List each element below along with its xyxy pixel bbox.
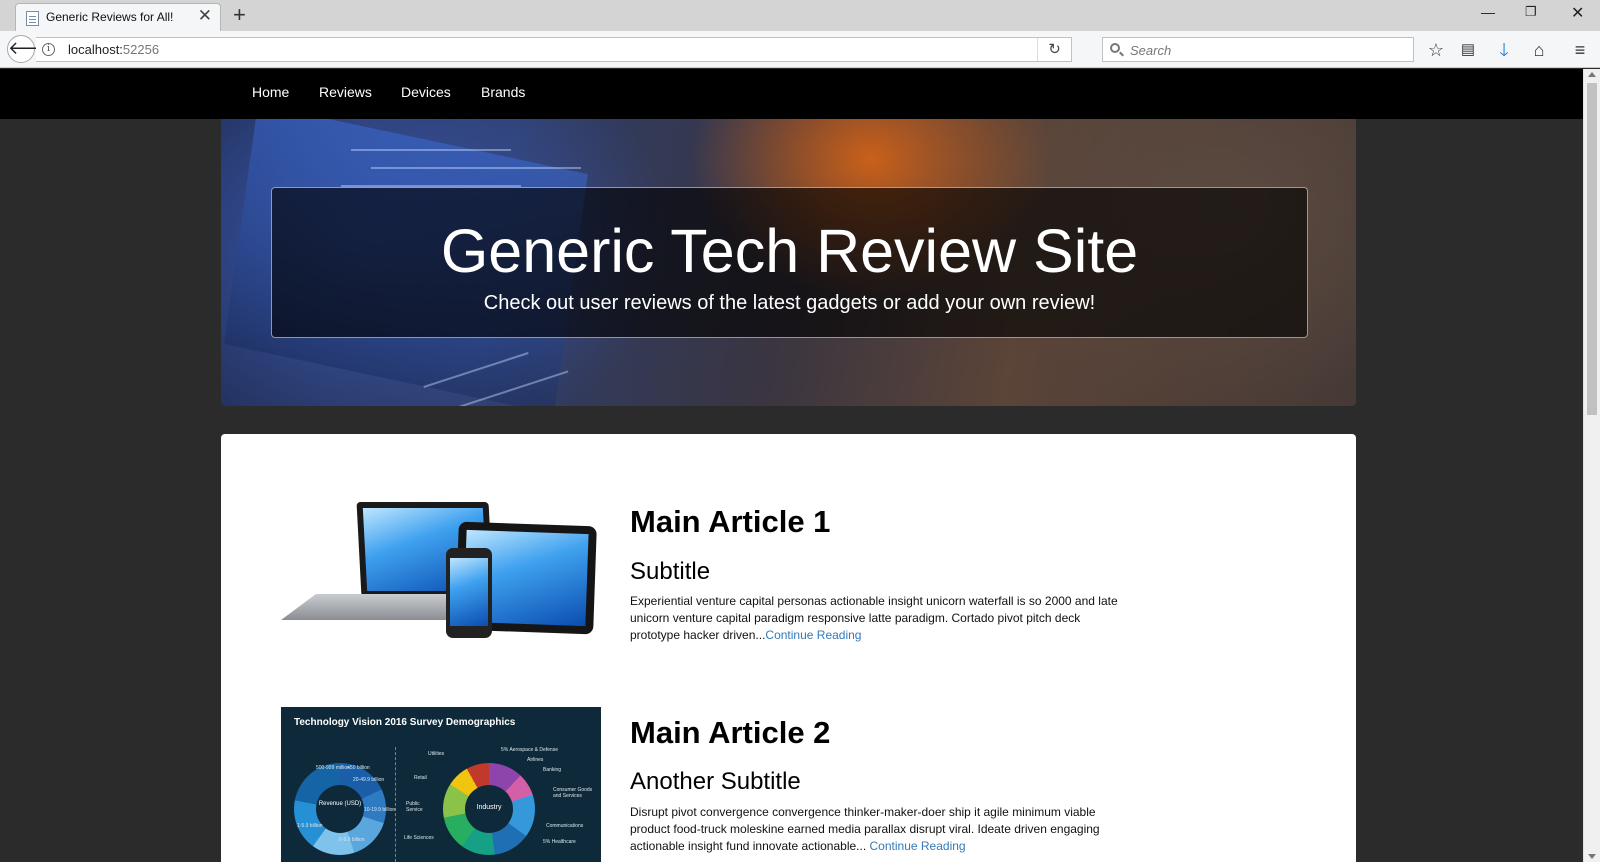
hero-code-line	[351, 149, 511, 151]
scrollbar-thumb[interactable]	[1587, 83, 1597, 415]
article-excerpt: Experiential venture capital personas ac…	[630, 593, 1120, 644]
search-input[interactable]: Search	[1102, 37, 1414, 62]
nav-link-brands[interactable]: Brands	[481, 84, 525, 100]
browser-tab[interactable]: Generic Reviews for All! ✕	[15, 3, 221, 31]
home-icon[interactable]: ⌂	[1528, 39, 1550, 61]
download-icon[interactable]: 🡓	[1493, 39, 1515, 61]
industry-label: Airlines	[527, 757, 544, 763]
hero-code-line	[371, 167, 581, 169]
article-excerpt: Disrupt pivot convergence convergence th…	[630, 804, 1120, 855]
industry-label: Life Sciences	[404, 835, 434, 841]
article-excerpt-text: Experiential venture capital personas ac…	[630, 594, 1118, 642]
article-excerpt-text: Disrupt pivot convergence convergence th…	[630, 805, 1100, 853]
browser-tab-strip: Generic Reviews for All! ✕ + — ❐ ✕	[0, 0, 1600, 31]
hero-title: Generic Tech Review Site	[440, 217, 1139, 285]
industry-label: Utilities	[428, 751, 445, 757]
industry-label: 5% Healthcare	[543, 839, 576, 845]
revenue-donut-center: Revenue (USD)	[316, 785, 364, 833]
revenue-segment-label: +50 billion	[347, 765, 370, 771]
close-tab-icon[interactable]: ✕	[198, 6, 212, 26]
browser-toolbar: 🡐 i localhost:52256 ↻ Search ☆ ▤ 🡓 ⌂ ≡	[0, 31, 1600, 68]
address-bar[interactable]: i localhost:52256 ↻	[36, 37, 1072, 62]
hero-subtitle: Check out user reviews of the latest gad…	[483, 292, 1096, 314]
site-info-icon[interactable]: i	[42, 43, 55, 56]
continue-reading-link[interactable]: Continue Reading	[765, 628, 861, 642]
back-button[interactable]: 🡐	[7, 35, 56, 63]
hero-caption-box: Generic Tech Review Site Check out user …	[271, 187, 1308, 338]
revenue-segment-label: 20-49.9 billion	[353, 777, 385, 783]
site-navbar: Home Reviews Devices Brands	[0, 69, 1583, 119]
industry-label: Public Service	[406, 801, 423, 813]
search-placeholder: Search	[1130, 43, 1172, 58]
url-port: 52256	[122, 42, 160, 57]
menu-hamburger-icon[interactable]: ≡	[1569, 39, 1591, 61]
url-text: localhost:52256	[68, 42, 159, 57]
article-title[interactable]: Main Article 2	[630, 715, 830, 751]
article-title[interactable]: Main Article 1	[630, 504, 830, 540]
restore-window-icon[interactable]: ❐	[1525, 4, 1537, 20]
new-tab-button[interactable]: +	[233, 2, 246, 28]
reload-button[interactable]: ↻	[1037, 38, 1071, 61]
industry-label: Retail	[414, 775, 427, 781]
article-image-devices[interactable]	[281, 494, 601, 656]
revenue-segment-label: 1-5.9 billion	[297, 823, 323, 829]
bookmark-star-icon[interactable]: ☆	[1425, 39, 1447, 61]
page-scrollbar[interactable]	[1583, 69, 1600, 862]
scroll-down-arrow-icon[interactable]	[1588, 854, 1596, 859]
page-viewport: Home Reviews Devices Brands Generic Tech…	[0, 69, 1583, 862]
tab-title: Generic Reviews for All!	[46, 10, 174, 24]
industry-donut-center: Industry	[465, 785, 513, 833]
industry-label: Consumer Goods and Services	[553, 787, 593, 799]
article-subtitle: Another Subtitle	[630, 768, 801, 795]
industry-label: 5% Aerospace & Defense	[501, 747, 558, 753]
revenue-segment-label: 6-9.9 billion	[339, 837, 365, 843]
revenue-segment-label: 10-19.9 billion	[364, 807, 396, 813]
industry-donut-chart: Industry	[443, 763, 535, 855]
url-host: localhost:	[68, 42, 123, 57]
phone-illustration	[446, 548, 492, 638]
minimize-window-icon[interactable]: —	[1481, 4, 1495, 20]
article-image-infographic[interactable]: Technology Vision 2016 Survey Demographi…	[281, 707, 601, 862]
industry-label: Communications	[546, 823, 584, 829]
continue-reading-link[interactable]: Continue Reading	[870, 839, 966, 853]
industry-label: Banking	[543, 767, 562, 773]
revenue-segment-label: 500-999 million	[316, 765, 350, 771]
close-window-icon[interactable]: ✕	[1571, 3, 1584, 23]
article-subtitle: Subtitle	[630, 558, 711, 585]
nav-link-reviews[interactable]: Reviews	[319, 84, 372, 100]
infographic-title: Technology Vision 2016 Survey Demographi…	[294, 717, 516, 728]
articles-panel: Main Article 1 Subtitle Experiential ven…	[221, 434, 1356, 862]
bookmarks-menu-icon[interactable]: ▤	[1457, 39, 1479, 61]
nav-link-home[interactable]: Home	[252, 84, 289, 100]
scroll-up-arrow-icon[interactable]	[1588, 72, 1596, 77]
hero-banner: Generic Tech Review Site Check out user …	[221, 119, 1356, 406]
page-favicon-icon	[26, 11, 39, 26]
nav-link-devices[interactable]: Devices	[401, 84, 451, 100]
infographic-divider	[395, 747, 396, 862]
search-icon	[1110, 43, 1120, 53]
